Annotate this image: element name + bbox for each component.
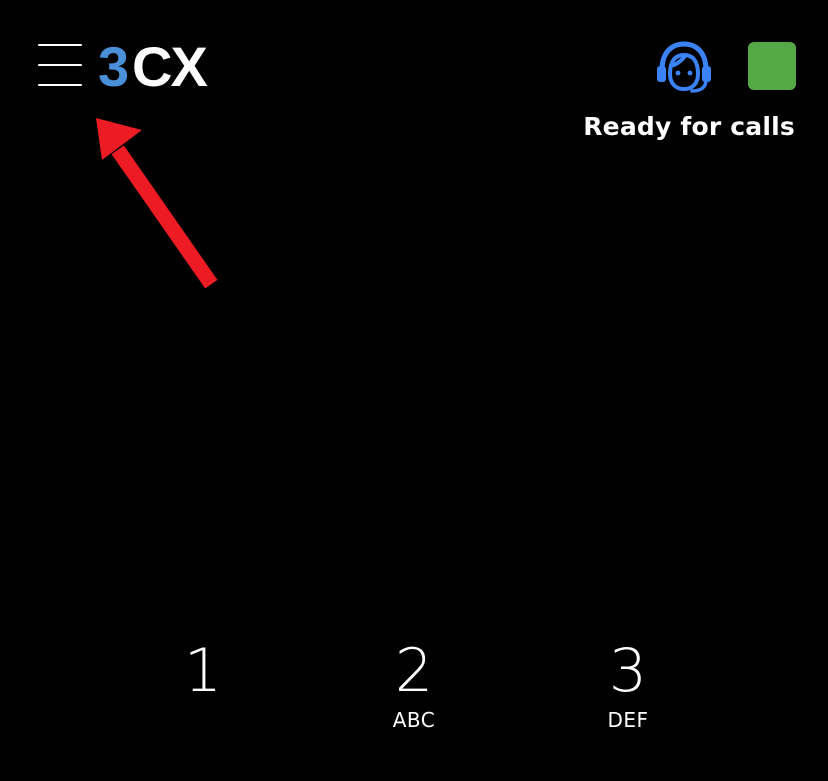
status-indicator[interactable] xyxy=(748,42,796,90)
red-arrow-icon xyxy=(96,118,218,289)
status-text: Ready for calls xyxy=(583,112,795,141)
menu-line xyxy=(38,44,82,46)
logo-letters: CX xyxy=(132,38,207,94)
key-letters: ABC xyxy=(392,708,436,732)
key-3[interactable]: 3 DEF xyxy=(568,638,688,781)
logo-3cx: 3 CX xyxy=(98,38,209,94)
menu-line xyxy=(38,84,82,86)
key-digit: 2 xyxy=(394,636,434,706)
key-2[interactable]: 2 ABC xyxy=(354,638,474,781)
headset-icon[interactable] xyxy=(654,40,714,94)
key-letters: DEF xyxy=(607,708,649,732)
key-digit: 3 xyxy=(608,636,648,706)
logo-digit: 3 xyxy=(98,38,129,94)
menu-line xyxy=(38,64,82,66)
dial-keypad: 1 2 ABC 3 DEF xyxy=(0,638,828,781)
key-1[interactable]: 1 xyxy=(143,638,263,781)
key-digit: 1 xyxy=(183,636,223,706)
hamburger-menu-icon[interactable] xyxy=(36,44,84,90)
